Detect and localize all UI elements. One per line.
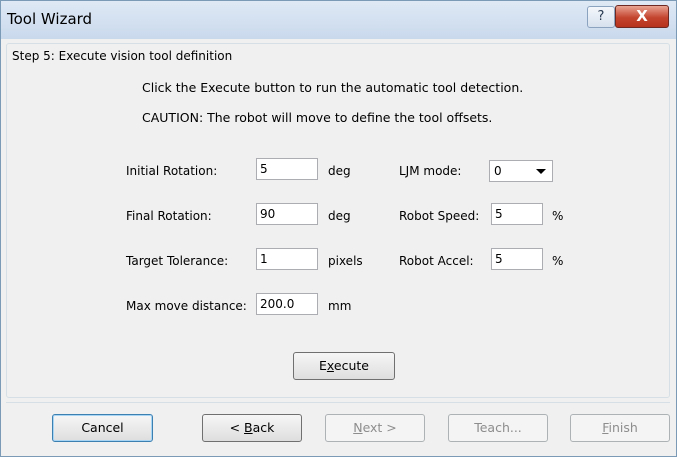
dropdown-arrow-icon bbox=[536, 169, 546, 174]
execute-button[interactable]: Execute bbox=[293, 352, 395, 380]
next-mnemonic: N bbox=[353, 420, 363, 435]
group-title: Step 5: Execute vision tool definition bbox=[10, 49, 235, 63]
robot-speed-label: Robot Speed: bbox=[399, 209, 480, 223]
back-label-post: ack bbox=[252, 420, 275, 435]
title-bar: Tool Wizard ? X bbox=[1, 1, 676, 39]
cancel-label: Cancel bbox=[81, 420, 124, 435]
info-text-line1: Click the Execute button to run the auto… bbox=[142, 80, 524, 95]
final-rotation-input[interactable]: 90 bbox=[256, 203, 318, 225]
target-tolerance-input[interactable]: 1 bbox=[256, 248, 318, 270]
execute-label-pre: E bbox=[319, 358, 327, 373]
cancel-button[interactable]: Cancel bbox=[52, 414, 153, 442]
ljm-mode-value: 0 bbox=[494, 164, 502, 178]
execute-mnemonic: x bbox=[326, 358, 334, 373]
next-button[interactable]: Next > bbox=[325, 414, 425, 442]
ljm-mode-select[interactable]: 0 bbox=[489, 160, 553, 182]
final-rotation-unit: deg bbox=[328, 209, 351, 223]
max-move-distance-label: Max move distance: bbox=[126, 299, 247, 313]
robot-accel-label: Robot Accel: bbox=[399, 254, 474, 268]
caution-text: CAUTION: The robot will move to define t… bbox=[142, 110, 493, 125]
window-title: Tool Wizard bbox=[7, 10, 93, 28]
teach-button[interactable]: Teach... bbox=[448, 414, 548, 442]
robot-speed-unit: % bbox=[552, 209, 564, 223]
initial-rotation-label: Initial Rotation: bbox=[126, 164, 218, 178]
back-label-pre: < bbox=[229, 420, 245, 435]
execute-label-post: ecute bbox=[333, 358, 369, 373]
back-button[interactable]: < Back bbox=[202, 414, 302, 442]
initial-rotation-unit: deg bbox=[328, 164, 351, 178]
footer-divider bbox=[6, 402, 670, 403]
ljm-mode-label: LJM mode: bbox=[399, 164, 462, 178]
back-mnemonic: B bbox=[244, 420, 253, 435]
target-tolerance-unit: pixels bbox=[328, 254, 363, 268]
teach-label: Teach... bbox=[474, 420, 522, 435]
robot-accel-unit: % bbox=[552, 254, 564, 268]
robot-speed-input[interactable]: 5 bbox=[491, 203, 543, 225]
initial-rotation-input[interactable]: 5 bbox=[256, 158, 318, 180]
close-icon: X bbox=[636, 7, 648, 25]
robot-accel-input[interactable]: 5 bbox=[491, 248, 543, 270]
max-move-distance-unit: mm bbox=[328, 299, 352, 313]
next-label-post: ext > bbox=[362, 420, 397, 435]
help-button[interactable]: ? bbox=[587, 6, 615, 28]
final-rotation-label: Final Rotation: bbox=[126, 209, 212, 223]
question-icon: ? bbox=[597, 9, 605, 24]
close-button[interactable]: X bbox=[615, 5, 669, 28]
target-tolerance-label: Target Tolerance: bbox=[126, 254, 229, 268]
max-move-distance-input[interactable]: 200.0 bbox=[256, 293, 318, 315]
finish-button[interactable]: Finish bbox=[570, 414, 670, 442]
finish-label-post: inish bbox=[608, 420, 638, 435]
